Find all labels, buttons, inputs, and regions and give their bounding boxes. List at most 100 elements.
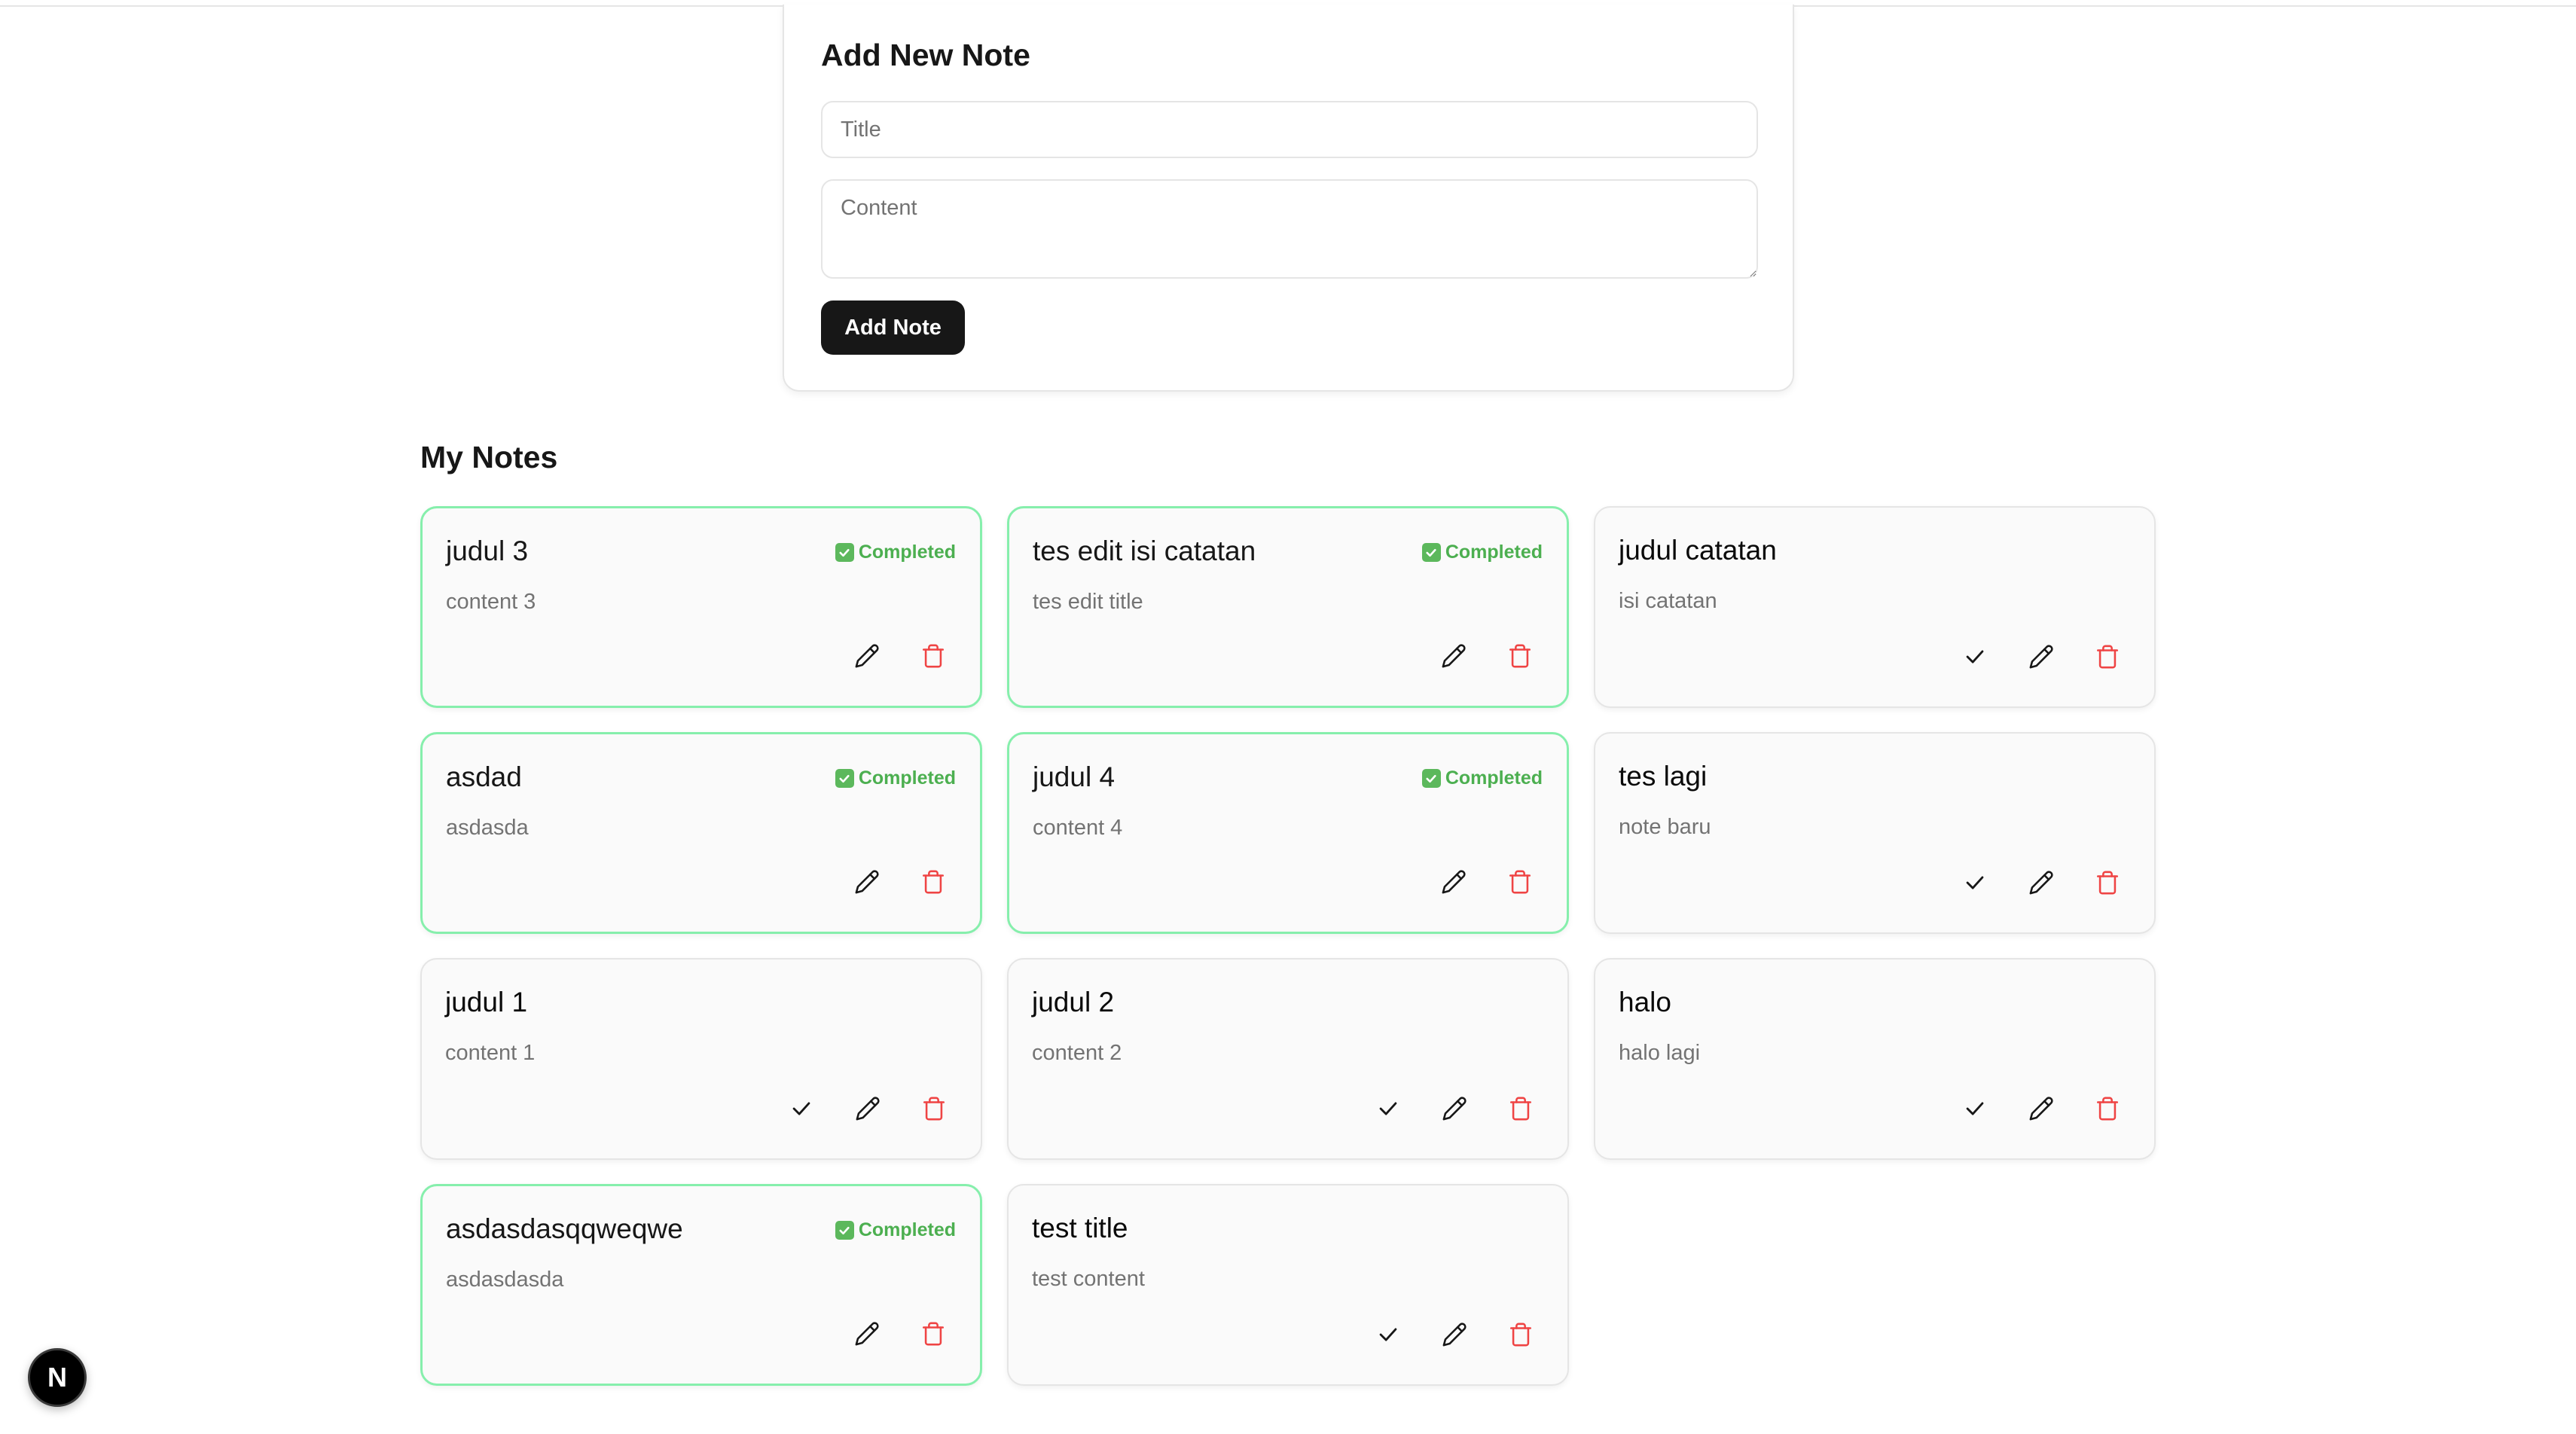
completed-label: Completed — [1445, 767, 1543, 789]
edit-note-button[interactable] — [850, 639, 884, 673]
note-content: isi catatan — [1619, 589, 1717, 613]
delete-note-button[interactable] — [917, 865, 950, 899]
check-icon — [1375, 1096, 1401, 1121]
note-title: judul catatan — [1619, 535, 1777, 566]
mark-complete-button[interactable] — [1958, 1092, 1992, 1125]
notes-grid: judul 3 content 3 Completed tes edit isi ca… — [420, 506, 2156, 1386]
trash-icon — [2095, 870, 2120, 895]
note-content: note baru — [1619, 815, 1711, 839]
delete-note-button[interactable] — [2091, 640, 2124, 673]
note-title: judul 4 — [1033, 761, 1116, 792]
trash-icon — [920, 869, 946, 895]
note-content: asdasdasda — [446, 1268, 564, 1292]
note-title: judul 2 — [1032, 987, 1115, 1018]
note-content: tes edit title — [1033, 590, 1143, 614]
completed-label: Completed — [1445, 542, 1543, 563]
note-card: judul 3 content 3 Completed — [420, 506, 982, 708]
checkbox-checked-icon — [835, 543, 854, 562]
completed-badge: Completed — [835, 542, 956, 563]
add-note-button[interactable]: Add Note — [821, 301, 965, 355]
trash-icon — [921, 1096, 947, 1121]
check-icon — [789, 1096, 814, 1121]
note-content: content 3 — [446, 590, 536, 614]
delete-note-button[interactable] — [1503, 865, 1537, 899]
completed-label: Completed — [858, 542, 956, 563]
mark-complete-button[interactable] — [785, 1092, 818, 1125]
delete-note-button[interactable] — [917, 1317, 950, 1350]
edit-note-button[interactable] — [1438, 1318, 1471, 1351]
edit-note-button[interactable] — [850, 865, 884, 899]
nextjs-dev-badge[interactable]: N — [28, 1348, 87, 1407]
note-title: tes edit isi catatan — [1033, 535, 1256, 566]
note-content: test content — [1032, 1267, 1145, 1291]
note-actions — [1958, 640, 2124, 673]
pencil-icon — [854, 643, 880, 669]
edit-note-button[interactable] — [2025, 640, 2058, 673]
delete-note-button[interactable] — [917, 1092, 951, 1125]
pencil-icon — [1441, 869, 1467, 895]
note-actions — [1958, 866, 2124, 899]
delete-note-button[interactable] — [2091, 1092, 2124, 1125]
note-title: test title — [1032, 1213, 1128, 1243]
pencil-icon — [855, 1096, 881, 1121]
checkbox-checked-icon — [835, 769, 854, 788]
note-title: halo — [1619, 987, 1671, 1018]
note-actions — [850, 865, 950, 899]
edit-note-button[interactable] — [2025, 1092, 2058, 1125]
note-title: judul 1 — [445, 987, 528, 1018]
note-card: asdad asdasda Completed — [420, 732, 982, 934]
note-content: content 1 — [445, 1041, 536, 1065]
mark-complete-button[interactable] — [1372, 1318, 1405, 1351]
note-actions — [850, 639, 950, 673]
note-actions — [1437, 865, 1537, 899]
trash-icon — [1507, 643, 1533, 669]
pencil-icon — [2028, 1096, 2054, 1121]
delete-note-button[interactable] — [2091, 866, 2124, 899]
checkbox-checked-icon — [835, 1221, 854, 1240]
edit-note-button[interactable] — [2025, 866, 2058, 899]
completed-badge: Completed — [1421, 542, 1543, 563]
note-title: asdad — [446, 761, 522, 792]
completed-badge: Completed — [1421, 767, 1543, 789]
edit-note-button[interactable] — [1437, 865, 1470, 899]
delete-note-button[interactable] — [1504, 1092, 1537, 1125]
pencil-icon — [1441, 643, 1467, 669]
note-content: content 2 — [1032, 1041, 1122, 1065]
check-icon — [1962, 1096, 1988, 1121]
note-card: judul 2 content 2 — [1007, 958, 1569, 1160]
pencil-icon — [1442, 1096, 1467, 1121]
note-actions — [785, 1092, 951, 1125]
trash-icon — [920, 643, 946, 669]
edit-note-button[interactable] — [1438, 1092, 1471, 1125]
note-actions — [1372, 1318, 1537, 1351]
note-actions — [1958, 1092, 2124, 1125]
delete-note-button[interactable] — [917, 639, 950, 673]
note-content: halo lagi — [1619, 1041, 1701, 1065]
delete-note-button[interactable] — [1504, 1318, 1537, 1351]
note-card: judul catatan isi catatan — [1594, 506, 2156, 708]
note-title: tes lagi — [1619, 761, 1708, 792]
trash-icon — [1508, 1096, 1534, 1121]
trash-icon — [2095, 644, 2120, 670]
mark-complete-button[interactable] — [1372, 1092, 1405, 1125]
note-title: asdasdasqqweqwe — [446, 1213, 683, 1244]
note-card: judul 1 content 1 — [420, 958, 982, 1160]
note-card: asdasdasqqweqwe asdasdasda Completed — [420, 1184, 982, 1386]
edit-note-button[interactable] — [850, 1317, 884, 1350]
title-input[interactable] — [821, 101, 1758, 158]
mark-complete-button[interactable] — [1958, 866, 1992, 899]
trash-icon — [920, 1321, 946, 1347]
content-textarea[interactable] — [821, 179, 1758, 279]
mark-complete-button[interactable] — [1958, 640, 1992, 673]
pencil-icon — [854, 869, 880, 895]
delete-note-button[interactable] — [1503, 639, 1537, 673]
check-icon — [1375, 1322, 1401, 1347]
pencil-icon — [854, 1321, 880, 1347]
edit-note-button[interactable] — [851, 1092, 884, 1125]
note-card: tes lagi note baru — [1594, 732, 2156, 934]
note-actions — [1372, 1092, 1537, 1125]
note-content: content 4 — [1033, 816, 1123, 840]
note-actions — [850, 1317, 950, 1350]
pencil-icon — [1442, 1322, 1467, 1347]
edit-note-button[interactable] — [1437, 639, 1470, 673]
